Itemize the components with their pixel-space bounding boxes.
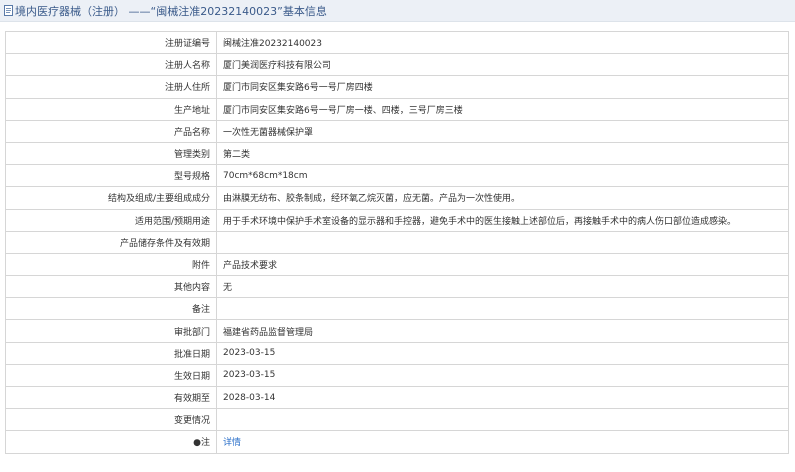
details-link[interactable]: 详情 [223,438,241,448]
field-value: 2023-03-15 [216,341,789,365]
field-value: 福建省药品监督管理局 [216,319,789,343]
table-row: 适用范围/预期用途 用于手术环境中保护手术室设备的显示器和手控器，避免手术中的医生… [5,208,789,232]
field-value: 厦门美润医疗科技有限公司 [216,53,789,77]
field-label: 型号规格 [5,164,217,188]
field-label: 有效期至 [5,385,217,410]
field-label: 产品名称 [5,119,217,143]
field-label: 生效日期 [5,363,217,388]
field-label: 注册人名称 [5,53,217,77]
field-value [216,230,789,254]
table-row: 产品储存条件及有效期 [5,230,789,254]
field-label: 审批部门 [5,319,217,343]
note-label: ●注 [5,430,217,454]
info-table: 注册证编号 闽械注准20232140023 注册人名称 厦门美润医疗科技有限公司 注册人… [5,30,789,454]
table-row: 产品名称 一次性无菌器械保护罩 [5,119,789,143]
table-row: 注册人名称 厦门美润医疗科技有限公司 [5,53,789,77]
field-label: 附件 [5,252,217,277]
field-value: 70cm*68cm*18cm [216,164,789,188]
field-value: 厦门市同安区集安路6号一号厂房四楼 [216,75,789,99]
table-row: 附件 产品技术要求 [5,252,789,277]
field-label: 适用范围/预期用途 [5,208,217,232]
field-value: 闽械注准20232140023 [216,30,789,55]
table-row: 结构及组成/主要组成成分 由淋膜无纺布、胶条制成，经环氧乙烷灭菌，应无菌。产品为一… [5,186,789,210]
field-value: 第二类 [216,141,789,166]
table-row: 注册人住所 厦门市同安区集安路6号一号厂房四楼 [5,75,789,99]
field-label: 批准日期 [5,341,217,365]
field-value: 产品技术要求 [216,252,789,277]
field-value: 2023-03-15 [216,363,789,388]
table-row: 审批部门 福建省药品监督管理局 [5,319,789,343]
table-row: 备注 [5,297,789,321]
document-icon [4,5,13,16]
field-value: 用于手术环境中保护手术室设备的显示器和手控器，避免手术中的医生接触上述部位后，再… [216,208,789,232]
table-row: 其他内容无 [5,275,789,299]
table-row: 管理类别 第二类 [5,141,789,166]
field-value: 厦门市同安区集安路6号一号厂房一楼、四楼，三号厂房三楼 [216,97,789,121]
field-label: 其他内容 [5,275,217,299]
field-label: 结构及组成/主要组成成分 [5,186,217,210]
field-label: 管理类别 [5,141,217,166]
table-row: 注册证编号 闽械注准20232140023 [5,30,789,55]
field-label: 生产地址 [5,97,217,121]
page-header: 境内医疗器械（注册） ——“闽械注准20232140023”基本信息 [0,0,795,22]
note-value: 详情 [216,430,789,454]
table-row: ●注 详情 [5,430,789,454]
table-row: 型号规格 70cm*68cm*18cm [5,164,789,188]
table-row: 变更情况 [5,408,789,432]
table-row: 生效日期 2023-03-15 [5,363,789,388]
field-value: 2028-03-14 [216,385,789,410]
field-label: 注册人住所 [5,75,217,99]
page-title: 境内医疗器械（注册） ——“闽械注准20232140023”基本信息 [15,4,327,18]
field-label: 备注 [5,297,217,321]
table-row: 生产地址 厦门市同安区集安路6号一号厂房一楼、四楼，三号厂房三楼 [5,97,789,121]
field-value [216,408,789,432]
field-value: 由淋膜无纺布、胶条制成，经环氧乙烷灭菌，应无菌。产品为一次性使用。 [216,186,789,210]
table-row: 批准日期 2023-03-15 [5,341,789,365]
field-value: 无 [216,275,789,299]
field-value: 一次性无菌器械保护罩 [216,119,789,143]
field-label: 注册证编号 [5,30,217,55]
field-label: 变更情况 [5,408,217,432]
field-value [216,297,789,321]
field-label: 产品储存条件及有效期 [5,230,217,254]
table-row: 有效期至 2028-03-14 [5,385,789,410]
